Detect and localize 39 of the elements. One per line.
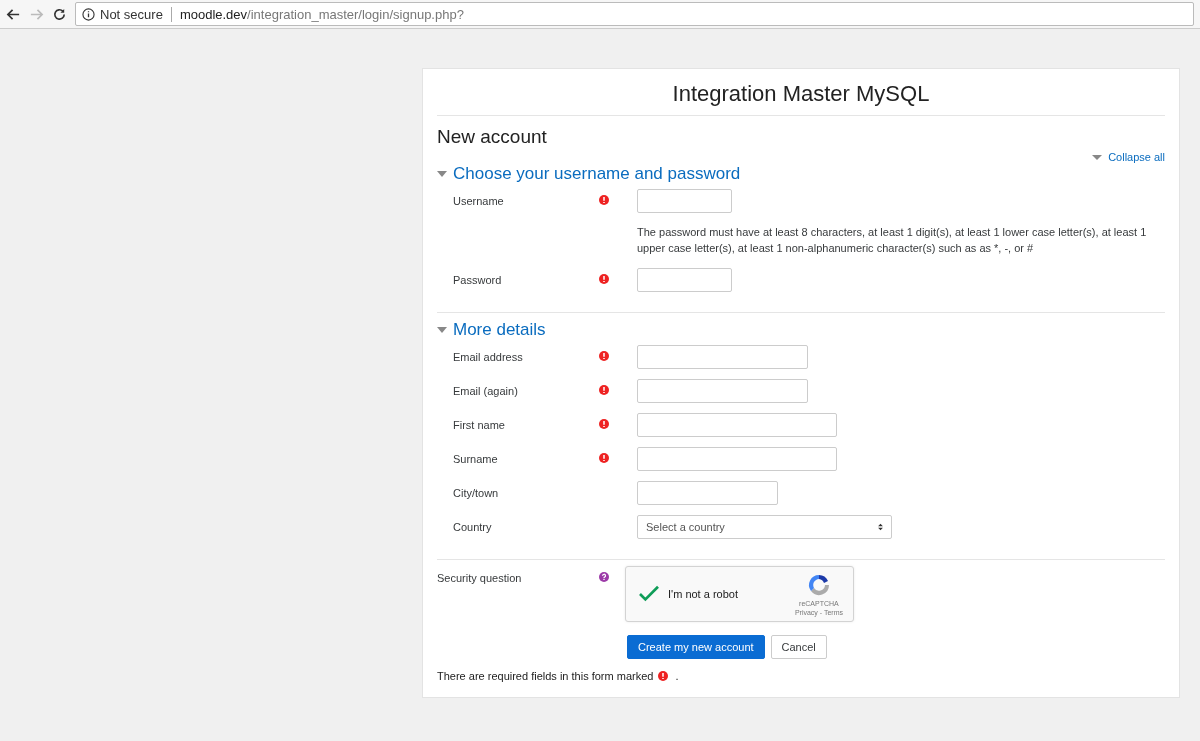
field-label: Email (again) [452,384,519,399]
reload-icon[interactable] [52,6,67,22]
cancel-button[interactable]: Cancel [770,635,827,659]
url-path: /integration_master/login/signup.php? [247,6,464,22]
captcha-label: I'm not a robot [668,588,739,600]
text-input[interactable] [637,447,837,471]
period-text: . [675,670,679,682]
required-icon [658,671,669,681]
text-input[interactable] [637,345,808,369]
page-heading: New account [437,126,548,148]
text-input[interactable] [637,379,808,403]
text-input[interactable] [637,268,732,292]
field-label: Email address [452,350,524,365]
field-label: Country [452,520,493,535]
required-fields-note: There are required fields in this form marked [437,670,654,682]
help-icon[interactable] [599,572,609,582]
collapse-all-link[interactable]: Collapse all [1092,151,1165,163]
field-label: City/town [452,486,500,501]
select-arrows-icon [878,523,883,531]
field-label: Username [452,194,505,209]
field-label: Password [452,273,503,288]
password-rules-note: The password must have at least 8 characters, at least 1 digit(s), at least 1 lower case letter(s), at least 1 upper case letter(s), at least 1 non-alphanumeric character(s) such as as *, -, or # [637,225,1148,256]
text-input[interactable] [637,189,732,213]
field-label: Surname [452,452,499,467]
field-label: First name [452,418,506,433]
field-label: Security question [437,571,523,586]
info-icon[interactable] [82,7,95,21]
text-input[interactable] [637,413,837,437]
recaptcha-logo-icon [806,572,831,597]
url-host: moodle.dev [179,6,248,22]
site-title: Integration Master MySQL [671,80,931,108]
create-account-button[interactable]: Create my new account [627,635,765,659]
section-toggle[interactable]: More details [437,319,1165,341]
checkmark-icon[interactable] [638,585,660,603]
section-toggle[interactable]: Choose your username and password [437,163,1165,185]
text-input[interactable] [637,481,778,505]
country-select[interactable]: Select a country [637,515,892,539]
security-status: Not secure [100,6,163,22]
address-bar[interactable]: Not secure moodle.dev/integration_master/login/signup.php? [75,2,1194,26]
